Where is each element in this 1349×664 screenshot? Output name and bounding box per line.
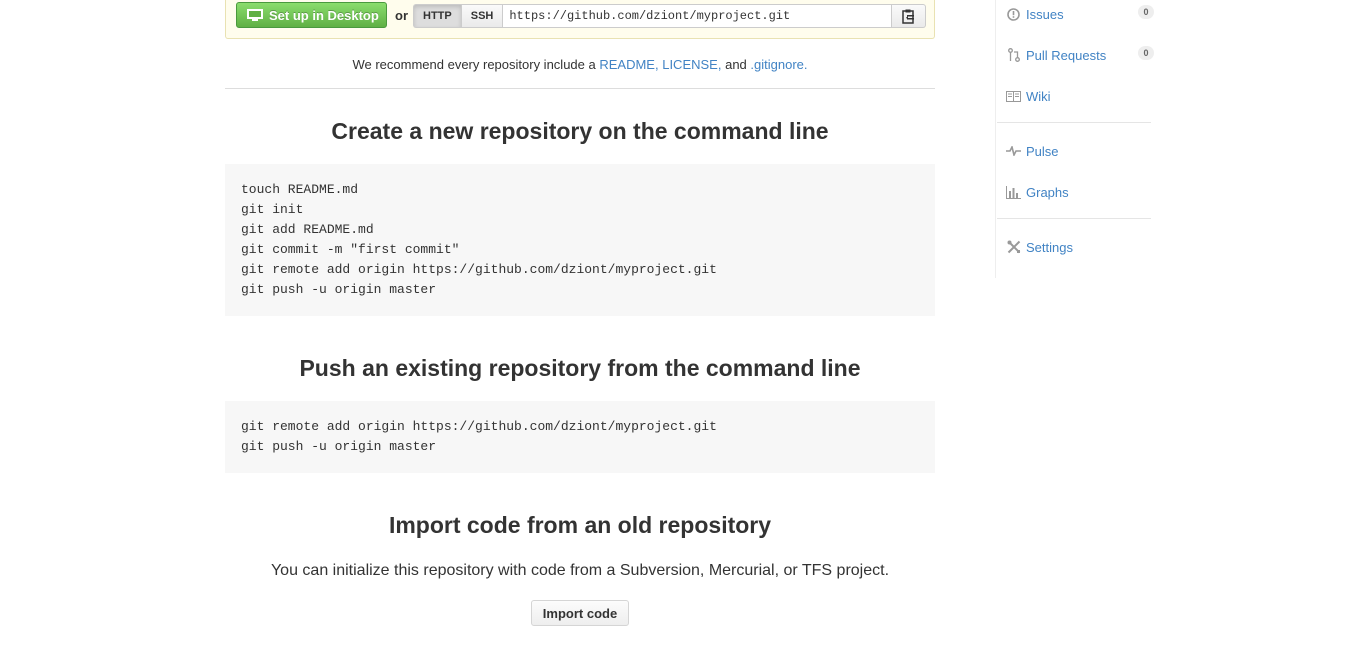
sidebar-item-pulse[interactable]: Pulse — [1006, 141, 1151, 161]
new-repo-heading: Create a new repository on the command l… — [331, 118, 829, 144]
setup-desktop-label: Set up in Desktop — [269, 7, 379, 23]
sidebar-item-label: Pull Requests — [1026, 47, 1107, 63]
clone-url-group: HTTP SSH — [413, 4, 927, 30]
http-protocol-button[interactable]: HTTP — [413, 4, 461, 28]
sidebar-item-graphs[interactable]: Graphs — [1006, 182, 1151, 202]
new-repo-code-block: touch README.md git init git add README.… — [225, 164, 935, 316]
sidebar-divider — [997, 122, 1151, 123]
import-code-button[interactable]: Import code — [531, 600, 629, 626]
copy-to-clipboard-button[interactable] — [892, 4, 927, 28]
sidebar-item-label: Wiki — [1026, 88, 1051, 104]
monitor-icon — [247, 9, 263, 21]
import-heading: Import code from an old repository — [388, 512, 772, 538]
recommend-prefix: We recommend every repository include a — [352, 57, 596, 72]
clone-url-input[interactable] — [503, 4, 893, 28]
sidebar-item-label: Settings — [1026, 239, 1073, 255]
sidebar-item-wiki[interactable]: Wiki — [1006, 86, 1151, 106]
book-icon — [1006, 89, 1021, 104]
or-label: or — [395, 8, 408, 23]
license-link[interactable]: LICENSE, — [662, 57, 721, 72]
sidebar-item-issues[interactable]: Issues — [1006, 4, 1151, 24]
ssh-protocol-button[interactable]: SSH — [460, 4, 504, 28]
clipboard-icon — [902, 9, 915, 24]
issue-icon — [1006, 7, 1021, 22]
pull-requests-counter: 0 — [1138, 46, 1154, 60]
pulse-icon — [1006, 144, 1021, 159]
setup-desktop-button[interactable]: Set up in Desktop — [236, 2, 387, 28]
recommend-and: and — [725, 57, 747, 72]
sidebar-item-label: Issues — [1026, 6, 1064, 22]
repo-sidebar: Issues 0 Pull Requests 0 Wiki Pulse Grap… — [995, 0, 1156, 278]
sidebar-item-label: Graphs — [1026, 184, 1069, 200]
readme-link[interactable]: README, — [599, 57, 658, 72]
push-existing-heading: Push an existing repository from the com… — [299, 355, 861, 381]
graph-icon — [1006, 185, 1021, 200]
gitignore-link[interactable]: .gitignore. — [750, 57, 807, 72]
sidebar-item-pull-requests[interactable]: Pull Requests — [1006, 45, 1151, 65]
divider — [225, 88, 935, 89]
tools-icon — [1006, 240, 1021, 255]
recommend-text: We recommend every repository include a … — [225, 57, 935, 72]
sidebar-divider — [997, 218, 1151, 219]
sidebar-item-settings[interactable]: Settings — [1006, 237, 1151, 257]
push-existing-code-block: git remote add origin https://github.com… — [225, 401, 935, 473]
import-description: You can initialize this repository with … — [270, 562, 890, 579]
sidebar-item-label: Pulse — [1026, 143, 1059, 159]
issues-counter: 0 — [1138, 5, 1154, 19]
pull-request-icon — [1006, 48, 1021, 63]
quick-setup-box: Set up in Desktop or HTTP SSH — [225, 0, 935, 39]
